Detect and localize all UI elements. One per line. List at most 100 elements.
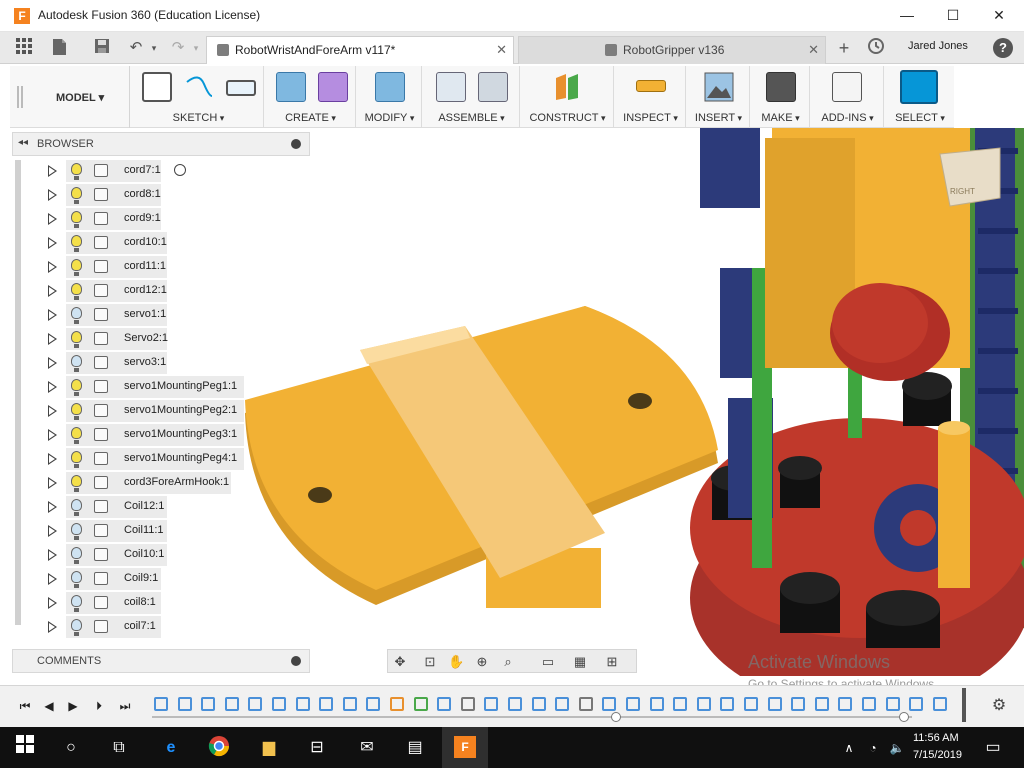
- display-settings-icon[interactable]: ▭: [540, 654, 556, 670]
- visibility-bulb-icon[interactable]: [71, 259, 82, 276]
- visibility-bulb-icon[interactable]: [71, 595, 82, 612]
- timeline-feature-icon[interactable]: [248, 697, 263, 711]
- timeline-feature-icon[interactable]: [767, 697, 782, 711]
- visibility-bulb-icon[interactable]: [71, 307, 82, 324]
- expand-arrow-icon[interactable]: [48, 237, 57, 249]
- timeline-feature-icon[interactable]: [366, 697, 381, 711]
- visibility-bulb-icon[interactable]: [71, 547, 82, 564]
- assemble-menu[interactable]: ASSEMBLE: [424, 112, 519, 124]
- volume-icon[interactable]: 🔈: [884, 735, 910, 761]
- expand-arrow-icon[interactable]: [48, 573, 57, 585]
- timeline-last-icon[interactable]: ⏭: [116, 697, 134, 715]
- pan-icon[interactable]: ✋: [448, 654, 464, 670]
- timeline-feature-icon[interactable]: [649, 697, 664, 711]
- visibility-bulb-icon[interactable]: [71, 523, 82, 540]
- timeline-feature-icon[interactable]: [885, 697, 900, 711]
- notifications-icon[interactable]: ▭: [980, 735, 1006, 761]
- expand-arrow-icon[interactable]: [48, 549, 57, 561]
- sketch-menu[interactable]: SKETCH: [134, 112, 263, 124]
- line-icon[interactable]: [184, 72, 214, 102]
- viewports-icon[interactable]: ⊞: [604, 654, 620, 670]
- insert-menu[interactable]: INSERT: [688, 112, 749, 124]
- expand-arrow-icon[interactable]: [48, 597, 57, 609]
- timeline-settings-icon[interactable]: ⚙: [990, 697, 1008, 715]
- tray-expand-icon[interactable]: ∧: [836, 735, 862, 761]
- app-grid-icon[interactable]: [14, 38, 34, 58]
- timeline-feature-icon[interactable]: [696, 697, 711, 711]
- expand-arrow-icon[interactable]: [48, 357, 57, 369]
- expand-arrow-icon[interactable]: [48, 405, 57, 417]
- timeline-feature-icon[interactable]: [791, 697, 806, 711]
- expand-arrow-icon[interactable]: [48, 453, 57, 465]
- windows-start-icon[interactable]: [12, 735, 38, 761]
- calculator-icon[interactable]: ▤: [402, 735, 428, 761]
- browser-minimize-icon[interactable]: [291, 139, 301, 149]
- redo-icon[interactable]: ↷: [168, 38, 188, 58]
- user-account[interactable]: Jared Jones: [908, 40, 968, 52]
- tray-date[interactable]: 7/15/2019: [913, 749, 962, 761]
- timeline-play-icon[interactable]: ▶: [64, 697, 82, 715]
- expand-arrow-icon[interactable]: [48, 309, 57, 321]
- workspace-switcher[interactable]: MODEL ▾: [10, 66, 130, 128]
- visibility-bulb-icon[interactable]: [71, 355, 82, 372]
- store-icon[interactable]: ⊟: [304, 735, 330, 761]
- 3d-print-icon[interactable]: [766, 72, 796, 102]
- visibility-bulb-icon[interactable]: [71, 379, 82, 396]
- tab-close-icon[interactable]: ✕: [808, 37, 819, 63]
- visibility-bulb-icon[interactable]: [71, 283, 82, 300]
- toolbar-group-inspect[interactable]: INSPECT: [616, 66, 686, 128]
- toolbar-group-addins[interactable]: ADD-INS: [812, 66, 884, 128]
- timeline-feature-icon[interactable]: [154, 697, 168, 711]
- scripts-addins-icon[interactable]: [832, 72, 862, 102]
- visibility-bulb-icon[interactable]: [71, 571, 82, 588]
- select-icon[interactable]: [900, 70, 938, 104]
- timeline-feature-icon[interactable]: [460, 697, 475, 711]
- look-at-icon[interactable]: ⊡: [422, 654, 438, 670]
- undo-dropdown-icon[interactable]: ▾: [144, 38, 164, 58]
- timeline-feature-icon[interactable]: [673, 697, 688, 711]
- edge-icon[interactable]: e: [158, 735, 184, 761]
- tray-time[interactable]: 11:56 AM: [913, 732, 959, 744]
- save-icon[interactable]: [92, 38, 112, 58]
- visibility-bulb-icon[interactable]: [71, 451, 82, 468]
- expand-arrow-icon[interactable]: [48, 261, 57, 273]
- fusion-taskbar-button[interactable]: F: [442, 727, 488, 768]
- timeline-feature-icon[interactable]: [272, 697, 286, 711]
- job-status-icon[interactable]: [866, 38, 886, 58]
- visibility-bulb-icon[interactable]: [71, 331, 82, 348]
- expand-arrow-icon[interactable]: [48, 189, 57, 201]
- maximize-button[interactable]: ☐: [930, 0, 976, 32]
- expand-arrow-icon[interactable]: [48, 477, 57, 489]
- redo-dropdown-icon[interactable]: ▾: [186, 38, 206, 58]
- timeline-feature-icon[interactable]: [578, 697, 593, 711]
- toolbar-group-assemble[interactable]: ASSEMBLE: [424, 66, 520, 128]
- toolbar-group-make[interactable]: MAKE: [752, 66, 810, 128]
- timeline-feature-icon[interactable]: [602, 697, 617, 711]
- insert-image-icon[interactable]: [704, 72, 734, 102]
- toolbar-group-select[interactable]: SELECT: [886, 66, 954, 128]
- create-menu[interactable]: CREATE: [266, 112, 355, 124]
- expand-arrow-icon[interactable]: [48, 285, 57, 297]
- timeline-feature-icon[interactable]: [413, 697, 428, 711]
- expand-arrow-icon[interactable]: [48, 501, 57, 513]
- timeline-feature-icon[interactable]: [814, 697, 829, 711]
- expand-arrow-icon[interactable]: [48, 621, 57, 633]
- toolbar-group-insert[interactable]: INSERT: [688, 66, 750, 128]
- zoom-icon[interactable]: ⊕: [474, 654, 490, 670]
- grid-settings-icon[interactable]: ▦: [572, 654, 588, 670]
- toolbar-group-create[interactable]: CREATE: [266, 66, 356, 128]
- timeline-feature-icon[interactable]: [484, 697, 499, 711]
- visibility-bulb-icon[interactable]: [71, 187, 82, 204]
- timeline-next-icon[interactable]: ⏵: [90, 697, 108, 715]
- make-menu[interactable]: MAKE: [752, 112, 809, 124]
- create-sketch-icon[interactable]: [142, 72, 172, 102]
- visibility-bulb-icon[interactable]: [71, 403, 82, 420]
- timeline-feature-icon[interactable]: [932, 697, 947, 711]
- undo-icon[interactable]: ↶: [126, 38, 146, 58]
- timeline-feature-icon[interactable]: [862, 697, 876, 711]
- task-view-icon[interactable]: ⧉: [106, 735, 132, 761]
- tab-robot-gripper[interactable]: RobotGripper v136 ✕: [518, 36, 826, 64]
- timeline-feature-icon[interactable]: [342, 697, 357, 711]
- close-button[interactable]: ✕: [976, 0, 1022, 32]
- visibility-bulb-icon[interactable]: [71, 499, 82, 516]
